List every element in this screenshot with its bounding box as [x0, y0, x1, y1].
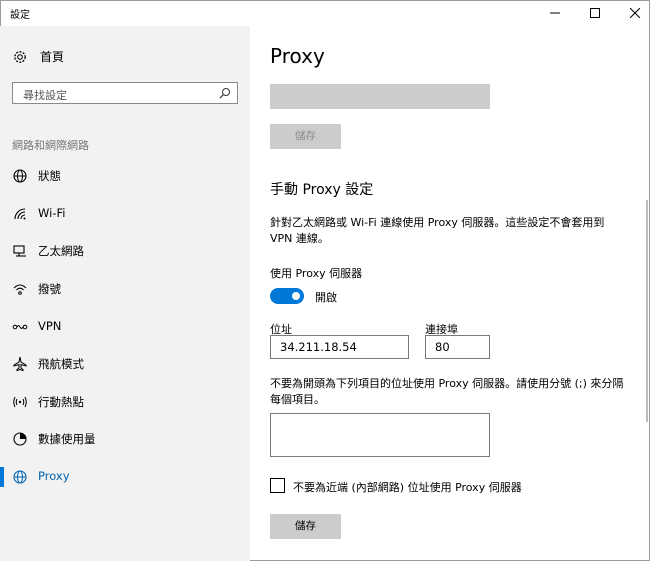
active-indicator: [0, 467, 4, 487]
window-title: 設定: [10, 10, 30, 21]
maximize-button[interactable]: [578, 0, 612, 26]
use-proxy-toggle[interactable]: [270, 288, 304, 304]
local-address-checkbox[interactable]: [270, 478, 285, 493]
sidebar-item-wifi[interactable]: Wi-Fi: [0, 199, 250, 229]
sidebar-item-vpn[interactable]: VPN: [0, 312, 250, 342]
sidebar-item-status[interactable]: 狀態: [0, 161, 250, 191]
section-label: 網路和網際網路: [12, 139, 89, 152]
dialup-icon: [13, 284, 27, 295]
port-input[interactable]: 80: [425, 335, 490, 359]
search-icon: [219, 88, 230, 99]
sidebar-item-label: 數據使用量: [38, 432, 96, 446]
vpn-icon: [12, 324, 28, 330]
minimize-button[interactable]: [538, 0, 572, 26]
search-input[interactable]: 尋找設定: [12, 82, 238, 104]
maximize-icon: [590, 8, 600, 18]
home-label: 首頁: [40, 50, 65, 64]
scrollbar[interactable]: [646, 200, 648, 422]
globe-icon: [13, 470, 27, 484]
manual-proxy-heading: 手動 Proxy 設定: [270, 182, 374, 198]
local-address-checkbox-label: 不要為近端 (內部網路) 位址使用 Proxy 伺服器: [293, 481, 522, 494]
sidebar-item-label: 乙太網路: [38, 244, 84, 258]
main-content: Proxy 儲存 手動 Proxy 設定 針對乙太網路或 Wi-Fi 連線使用 …: [250, 26, 650, 561]
manual-proxy-description: 針對乙太網路或 Wi-Fi 連線使用 Proxy 伺服器。這些設定不會套用到 V…: [270, 216, 605, 245]
sidebar-item-label: Wi-Fi: [38, 206, 66, 220]
sidebar-item-data-usage[interactable]: 數據使用量: [0, 424, 250, 454]
data-usage-icon: [13, 432, 27, 446]
save-button-disabled[interactable]: 儲存: [270, 124, 341, 149]
sidebar-item-hotspot[interactable]: 行動熱點: [0, 387, 250, 417]
sidebar: 首頁 尋找設定 網路和網際網路 狀態 Wi-Fi 乙太網路 撥號 VPN 飛航模…: [0, 26, 250, 561]
gear-icon: [14, 50, 26, 63]
sidebar-item-ethernet[interactable]: 乙太網路: [0, 236, 250, 266]
ethernet-icon: [13, 245, 26, 257]
close-button[interactable]: [618, 0, 650, 26]
setup-script-field[interactable]: [270, 84, 490, 109]
address-input[interactable]: 34.211.18.54: [270, 335, 409, 359]
hotspot-icon: [13, 396, 27, 408]
sidebar-item-label: 行動熱點: [38, 395, 84, 409]
airplane-icon: [13, 356, 27, 372]
status-globe-icon: [13, 169, 27, 183]
title-bar: 設定: [0, 0, 650, 26]
sidebar-item-label: 飛航模式: [38, 357, 84, 371]
toggle-knob: [292, 292, 300, 300]
page-title: Proxy: [270, 44, 325, 68]
toggle-state-label: 開啟: [315, 291, 337, 304]
sidebar-item-dialup[interactable]: 撥號: [0, 274, 250, 304]
sidebar-item-proxy[interactable]: Proxy: [0, 462, 250, 492]
exclude-list-input[interactable]: [270, 413, 490, 457]
sidebar-item-label: 撥號: [38, 282, 61, 296]
minimize-icon: [550, 12, 560, 14]
wifi-icon: [14, 208, 26, 220]
sidebar-item-label: Proxy: [38, 469, 70, 483]
search-placeholder: 尋找設定: [23, 89, 67, 102]
sidebar-item-label: 狀態: [38, 169, 61, 183]
use-proxy-label: 使用 Proxy 伺服器: [270, 267, 363, 280]
close-icon: [630, 8, 640, 18]
save-button[interactable]: 儲存: [270, 514, 341, 539]
sidebar-item-label: VPN: [38, 319, 62, 333]
exclude-description: 不要為開頭為下列項目的位址使用 Proxy 伺服器。請使用分號 (;) 來分隔每…: [270, 377, 624, 406]
sidebar-item-airplane[interactable]: 飛航模式: [0, 349, 250, 379]
home-button[interactable]: 首頁: [12, 48, 64, 65]
